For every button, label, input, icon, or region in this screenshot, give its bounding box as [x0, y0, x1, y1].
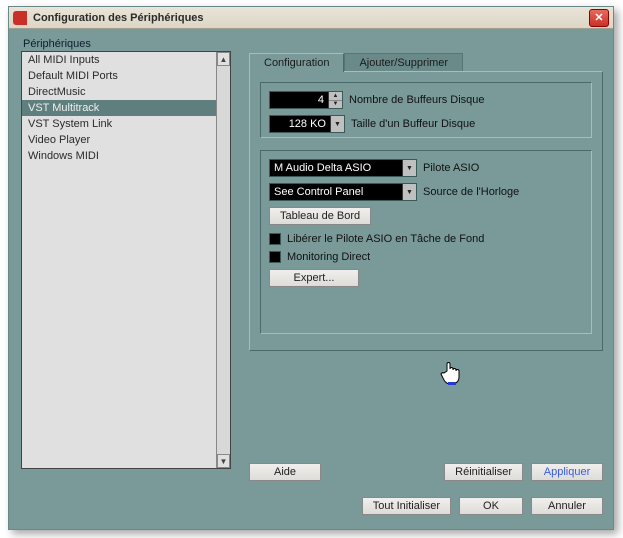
app-icon	[13, 11, 27, 25]
window-title: Configuration des Périphériques	[33, 12, 589, 24]
tab-add-remove[interactable]: Ajouter/Supprimer	[344, 53, 463, 72]
expert-button[interactable]: Expert...	[269, 269, 359, 287]
disk-buffer-size-combo[interactable]: 128 KO ▼	[269, 115, 345, 133]
disk-buffers-value: 4	[270, 94, 328, 106]
reset-button[interactable]: Réinitialiser	[444, 463, 523, 481]
disk-buffers-label: Nombre de Buffeurs Disque	[349, 94, 485, 106]
device-listbox: All MIDI Inputs Default MIDI Ports Direc…	[21, 51, 231, 469]
tab-page-configuration: 4 ▲▼ Nombre de Buffeurs Disque 128 KO ▼ …	[249, 71, 603, 351]
release-asio-checkbox[interactable]	[269, 233, 281, 245]
action-row-2: Tout Initialiser OK Annuler	[249, 497, 603, 515]
disk-buffer-group: 4 ▲▼ Nombre de Buffeurs Disque 128 KO ▼ …	[260, 82, 592, 138]
sidebar-item-all-midi-inputs[interactable]: All MIDI Inputs	[22, 52, 216, 68]
sidebar-item-vst-system-link[interactable]: VST System Link	[22, 116, 216, 132]
action-row-1: Aide Réinitialiser Appliquer	[249, 463, 603, 481]
sidebar-item-video-player[interactable]: Video Player	[22, 132, 216, 148]
ok-button[interactable]: OK	[459, 497, 523, 515]
tabstrip: Configuration Ajouter/Supprimer	[249, 51, 603, 71]
direct-monitoring-checkbox[interactable]	[269, 251, 281, 263]
spinner-icon[interactable]: ▲▼	[328, 92, 342, 108]
disk-buffer-size-label: Taille d'un Buffeur Disque	[351, 118, 475, 130]
asio-group: M Audio Delta ASIO ▼ Pilote ASIO See Con…	[260, 150, 592, 334]
clock-source-combo[interactable]: See Control Panel ▼	[269, 183, 417, 201]
direct-monitoring-label: Monitoring Direct	[287, 251, 370, 263]
sidebar-item-windows-midi[interactable]: Windows MIDI	[22, 148, 216, 164]
clock-source-value: See Control Panel	[270, 186, 402, 198]
release-asio-label: Libérer le Pilote ASIO en Tâche de Fond	[287, 233, 484, 245]
apply-button[interactable]: Appliquer	[531, 463, 603, 481]
asio-driver-combo[interactable]: M Audio Delta ASIO ▼	[269, 159, 417, 177]
disk-buffer-size-value: 128 KO	[270, 118, 330, 130]
scroll-track[interactable]	[217, 66, 230, 454]
asio-driver-value: M Audio Delta ASIO	[270, 162, 402, 174]
sidebar-item-default-midi-ports[interactable]: Default MIDI Ports	[22, 68, 216, 84]
close-icon[interactable]: ✕	[589, 9, 609, 27]
chevron-down-icon[interactable]: ▼	[330, 116, 344, 132]
sidebar-heading: Périphériques	[23, 38, 91, 50]
device-list: All MIDI Inputs Default MIDI Ports Direc…	[22, 52, 216, 468]
control-panel-button[interactable]: Tableau de Bord	[269, 207, 371, 225]
clock-source-label: Source de l'Horloge	[423, 186, 519, 198]
scroll-down-icon[interactable]: ▼	[217, 454, 230, 468]
chevron-down-icon[interactable]: ▼	[402, 184, 416, 200]
disk-buffers-spinner[interactable]: 4 ▲▼	[269, 91, 343, 109]
help-button[interactable]: Aide	[249, 463, 321, 481]
scroll-up-icon[interactable]: ▲	[217, 52, 230, 66]
sidebar-item-directmusic[interactable]: DirectMusic	[22, 84, 216, 100]
client-area: Périphériques All MIDI Inputs Default MI…	[15, 35, 607, 523]
titlebar[interactable]: Configuration des Périphériques ✕	[9, 7, 613, 29]
cancel-button[interactable]: Annuler	[531, 497, 603, 515]
list-scrollbar[interactable]: ▲ ▼	[216, 52, 230, 468]
asio-driver-label: Pilote ASIO	[423, 162, 479, 174]
init-all-button[interactable]: Tout Initialiser	[362, 497, 451, 515]
chevron-down-icon[interactable]: ▼	[402, 160, 416, 176]
sidebar-item-vst-multitrack[interactable]: VST Multitrack	[22, 100, 216, 116]
tab-configuration[interactable]: Configuration	[249, 53, 344, 72]
device-setup-window: Configuration des Périphériques ✕ Périph…	[8, 6, 614, 530]
